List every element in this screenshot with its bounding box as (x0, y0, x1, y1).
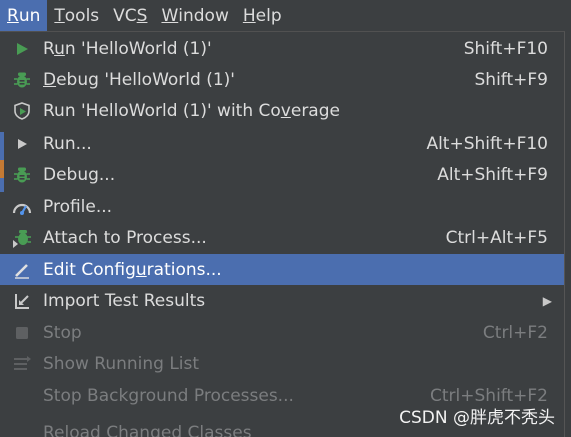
menu-item-label: Run 'HelloWorld (1)' (43, 39, 464, 59)
menu-item-label: Show Running List (43, 354, 548, 374)
menu-help[interactable]: Help (236, 0, 289, 31)
menu-vcs-mnemonic: S (137, 6, 148, 26)
menu-item-shortcut: Shift+F9 (475, 70, 548, 90)
menu-item-label: Attach to Process... (43, 228, 446, 248)
attach-debug-icon (11, 227, 33, 249)
menu-item-label: Edit Configurations... (43, 260, 548, 280)
menu-vcs-label-pre: VC (113, 6, 137, 26)
blank-icon (11, 422, 33, 437)
menu-item-attach-to-process[interactable]: Attach to Process... Ctrl+Alt+F5 (0, 222, 564, 253)
menu-item-shortcut: Alt+Shift+F9 (437, 165, 548, 185)
menu-item-profile[interactable]: Profile... (0, 191, 564, 222)
menu-item-label: Import Test Results (43, 291, 527, 311)
run-play-icon (11, 38, 33, 60)
menu-bar: Run Tools VCS Window Help (0, 0, 571, 31)
menu-window[interactable]: Window (154, 0, 235, 31)
menu-help-label-post: elp (256, 6, 282, 26)
run-play-outline-icon (11, 133, 33, 155)
menu-run[interactable]: Run (0, 0, 47, 31)
menu-item-shortcut: Ctrl+F2 (483, 323, 548, 343)
menu-item-edit-configurations[interactable]: Edit Configurations... (0, 254, 564, 285)
menu-item-label: Stop (43, 323, 483, 343)
menu-item-run-with-coverage[interactable]: Run 'HelloWorld (1)' with Coverage (0, 95, 564, 126)
menu-tools-label-post: ools (65, 6, 99, 26)
edit-pencil-icon (11, 259, 33, 281)
submenu-arrow-icon: ▶ (543, 294, 552, 308)
stop-square-icon (11, 322, 33, 344)
menu-item-run-dots[interactable]: Run... Alt+Shift+F10 (0, 128, 564, 159)
menu-item-shortcut: Shift+F10 (464, 39, 548, 59)
menu-run-mnemonic: R (7, 6, 19, 26)
menu-item-label: Stop Background Processes... (43, 386, 430, 406)
csdn-watermark: CSDN @胖虎不秃头 (399, 403, 555, 428)
menu-window-label-post: indow (178, 6, 229, 26)
menu-item-shortcut: Ctrl+Alt+F5 (446, 228, 548, 248)
menu-item-debug-dots[interactable]: Debug... Alt+Shift+F9 (0, 159, 564, 190)
coverage-shield-icon (11, 100, 33, 122)
menu-run-label-post: un (19, 6, 41, 26)
debug-bug-icon (11, 164, 33, 186)
profile-gauge-icon (11, 196, 33, 218)
menu-item-run-helloworld[interactable]: Run 'HelloWorld (1)' Shift+F10 (0, 33, 564, 64)
menu-window-mnemonic: W (161, 6, 178, 26)
menu-item-label: Debug... (43, 165, 437, 185)
menu-item-label: Debug 'HelloWorld (1)' (43, 70, 475, 90)
blank-icon (11, 385, 33, 407)
menu-item-label: Profile... (43, 197, 548, 217)
menu-tools-mnemonic: T (54, 6, 64, 26)
running-list-icon (11, 353, 33, 375)
menu-item-shortcut: Alt+Shift+F10 (426, 134, 548, 154)
menu-vcs[interactable]: VCS (106, 0, 154, 31)
import-arrow-icon (11, 290, 33, 312)
menu-tools[interactable]: Tools (47, 0, 106, 31)
menu-item-label: Run 'HelloWorld (1)' with Coverage (43, 101, 548, 121)
menu-item-show-running-list[interactable]: Show Running List (0, 348, 564, 379)
menu-item-debug-helloworld[interactable]: Debug 'HelloWorld (1)' Shift+F9 (0, 64, 564, 95)
debug-bug-icon (11, 69, 33, 91)
menu-item-import-test-results[interactable]: Import Test Results ▶ (0, 285, 564, 316)
menu-item-stop[interactable]: Stop Ctrl+F2 (0, 317, 564, 348)
menu-item-label: Run... (43, 134, 426, 154)
menu-help-mnemonic: H (243, 6, 256, 26)
run-dropdown-menu: Run 'HelloWorld (1)' Shift+F10 Debug 'He… (0, 31, 565, 437)
